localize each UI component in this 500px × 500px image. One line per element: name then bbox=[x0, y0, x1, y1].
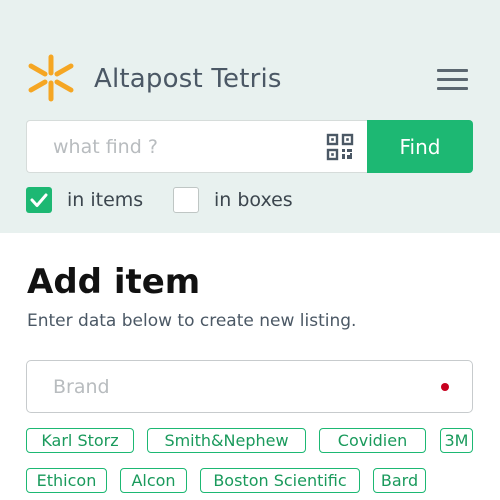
search-field[interactable] bbox=[26, 120, 368, 173]
brand-chip-ethicon[interactable]: Ethicon bbox=[26, 468, 107, 493]
required-indicator bbox=[441, 383, 449, 391]
brand-field[interactable] bbox=[26, 360, 473, 413]
page-subtitle: Enter data below to create new listing. bbox=[27, 311, 357, 331]
search-input[interactable] bbox=[53, 121, 333, 172]
brand-chip-boston-scientific[interactable]: Boston Scientific bbox=[200, 468, 360, 493]
brand-chip-smith-nephew[interactable]: Smith&Nephew bbox=[147, 428, 306, 453]
in-items-checkbox[interactable] bbox=[26, 187, 52, 213]
in-boxes-checkbox[interactable] bbox=[173, 187, 199, 213]
brand-chip-alcon[interactable]: Alcon bbox=[120, 468, 187, 493]
brand-chip-bard[interactable]: Bard bbox=[373, 468, 426, 493]
hamburger-menu-icon[interactable] bbox=[437, 69, 468, 91]
brand-chip-3m[interactable]: 3M bbox=[440, 428, 473, 453]
page-title: Add item bbox=[27, 262, 201, 302]
brand-chip-karl-storz[interactable]: Karl Storz bbox=[26, 428, 134, 453]
app-title: Altapost Tetris bbox=[94, 64, 282, 94]
asterisk-logo-icon[interactable] bbox=[26, 53, 76, 103]
in-items-label: in items bbox=[67, 189, 144, 211]
qr-code-icon[interactable] bbox=[326, 133, 354, 161]
find-button[interactable]: Find bbox=[367, 120, 473, 173]
brand-chip-covidien[interactable]: Covidien bbox=[319, 428, 426, 453]
brand-input[interactable] bbox=[53, 361, 433, 412]
in-boxes-label: in boxes bbox=[214, 189, 293, 211]
checkmark-icon bbox=[30, 193, 48, 207]
